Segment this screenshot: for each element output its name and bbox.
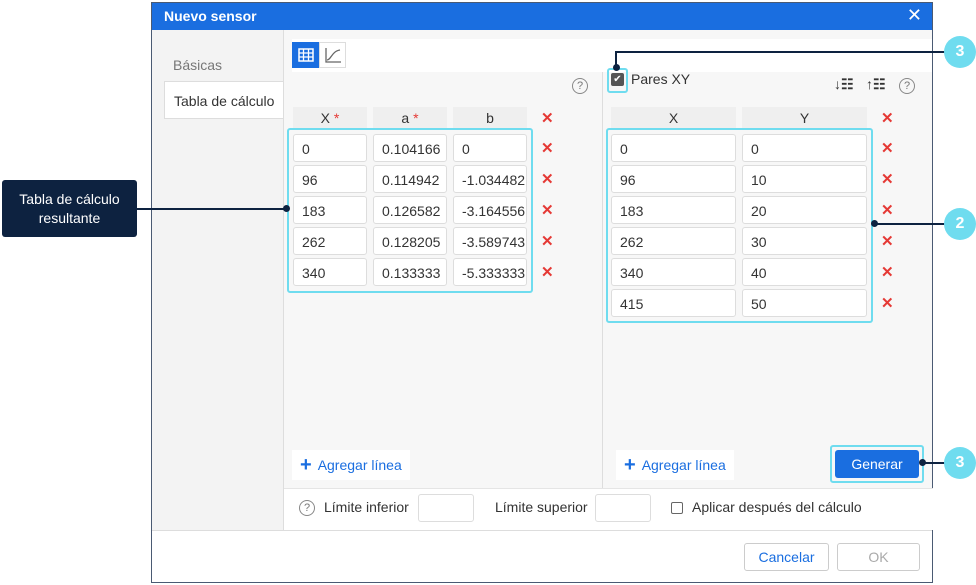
left-cell-a[interactable]: 0.133333 (373, 258, 447, 286)
footer-divider (152, 530, 932, 531)
table-view-button[interactable] (292, 42, 319, 68)
left-cell-b[interactable]: -5.333333 (453, 258, 527, 286)
left-cell-x[interactable]: 340 (293, 258, 367, 286)
callout-number-3: 3 (944, 36, 976, 68)
add-line-button-left[interactable]: + Agregar línea (292, 450, 410, 480)
lower-limit-input[interactable] (418, 494, 474, 522)
right-cell-y[interactable]: 10 (742, 165, 867, 193)
right-cell-x[interactable]: 96 (611, 165, 736, 193)
upper-limit-input[interactable] (595, 494, 651, 522)
left-cell-b[interactable]: -3.589743 (453, 227, 527, 255)
tab-basicas[interactable]: Básicas (164, 46, 284, 84)
delete-row-icon[interactable]: ✕ (881, 294, 894, 312)
upper-limit-label: Límite superior (495, 499, 588, 515)
right-cell-y[interactable]: 0 (742, 134, 867, 162)
col-header-x-right: X (611, 107, 736, 129)
left-cell-b[interactable]: -1.034482 (453, 165, 527, 193)
delete-row-icon[interactable]: ✕ (541, 232, 554, 250)
plus-icon: + (624, 453, 636, 476)
calc-table-panel: ? X * a * b ✕ 0 0.104166 0 ✕ 96 0.114942 -1.03… (283, 30, 933, 530)
callout-line (617, 51, 945, 53)
grid-icon (297, 48, 314, 62)
ok-button[interactable]: OK (837, 543, 920, 571)
help-icon-right[interactable]: ? (899, 78, 915, 94)
left-cell-a[interactable]: 0.114942 (373, 165, 447, 193)
dialog-header: Nuevo sensor (152, 3, 932, 30)
insert-below-icon[interactable]: ↓☷ (834, 76, 854, 93)
delete-row-icon[interactable]: ✕ (881, 263, 894, 281)
close-icon[interactable]: ✕ (907, 5, 922, 26)
delete-row-icon[interactable]: ✕ (881, 232, 894, 250)
col-header-b: b (453, 107, 527, 129)
new-sensor-dialog: Nuevo sensor ✕ Básicas Tabla de cálculo … (151, 2, 933, 583)
sidebar: Básicas Tabla de cálculo (152, 30, 284, 530)
right-cell-x[interactable]: 340 (611, 258, 736, 286)
delete-row-icon[interactable]: ✕ (881, 139, 894, 157)
callout-dot (613, 64, 620, 71)
left-cell-b[interactable]: 0 (453, 134, 527, 162)
callout-number-3b: 3 (944, 447, 976, 479)
insert-above-icon[interactable]: ↑☷ (866, 76, 886, 93)
right-cell-y[interactable]: 30 (742, 227, 867, 255)
apply-after-label: Aplicar después del cálculo (692, 499, 862, 515)
delete-row-icon[interactable]: ✕ (541, 170, 554, 188)
chart-icon (324, 48, 341, 63)
plus-icon: + (300, 453, 312, 476)
right-cell-y[interactable]: 40 (742, 258, 867, 286)
left-cell-x[interactable]: 262 (293, 227, 367, 255)
result-table-callout: Tabla de cálculo resultante (2, 180, 137, 237)
delete-row-icon[interactable]: ✕ (541, 201, 554, 219)
delete-all-icon-right[interactable]: ✕ (881, 109, 894, 127)
left-cell-b[interactable]: -3.164556 (453, 196, 527, 224)
callout-dot (871, 220, 878, 227)
delete-row-icon[interactable]: ✕ (881, 170, 894, 188)
left-cell-x[interactable]: 96 (293, 165, 367, 193)
col-header-x: X * (293, 107, 367, 129)
right-cell-y[interactable]: 20 (742, 196, 867, 224)
callout-dot (919, 459, 926, 466)
help-icon-bounds[interactable]: ? (299, 500, 315, 516)
delete-all-icon[interactable]: ✕ (541, 109, 554, 127)
callout-line (137, 208, 287, 210)
left-cell-a[interactable]: 0.126582 (373, 196, 447, 224)
left-cell-x[interactable]: 0 (293, 134, 367, 162)
right-cell-x[interactable]: 0 (611, 134, 736, 162)
help-icon[interactable]: ? (572, 78, 588, 94)
delete-row-icon[interactable]: ✕ (541, 263, 554, 281)
cancel-button[interactable]: Cancelar (744, 543, 829, 571)
callout-dot (283, 205, 290, 212)
callout-number-2: 2 (944, 208, 976, 240)
pares-xy-label: Pares XY (631, 71, 691, 87)
col-header-y-right: Y (742, 107, 867, 129)
left-cell-a[interactable]: 0.104166 (373, 134, 447, 162)
right-cell-y[interactable]: 50 (742, 289, 867, 317)
callout-line (874, 223, 946, 225)
left-cell-x[interactable]: 183 (293, 196, 367, 224)
delete-row-icon[interactable]: ✕ (881, 201, 894, 219)
tab-tabla-de-calculo[interactable]: Tabla de cálculo (164, 81, 284, 119)
pares-xy-checkbox[interactable]: ✔ (611, 73, 624, 86)
delete-row-icon[interactable]: ✕ (541, 139, 554, 157)
divider (602, 72, 603, 520)
dialog-title: Nuevo sensor (164, 8, 257, 24)
generate-button[interactable]: Generar (835, 450, 919, 478)
apply-after-checkbox[interactable] (671, 502, 683, 514)
add-line-button-right[interactable]: + Agregar línea (616, 450, 734, 480)
right-cell-x[interactable]: 262 (611, 227, 736, 255)
right-cell-x[interactable]: 415 (611, 289, 736, 317)
left-cell-a[interactable]: 0.128205 (373, 227, 447, 255)
chart-view-button[interactable] (319, 42, 346, 68)
lower-limit-label: Límite inferior (324, 499, 409, 515)
right-cell-x[interactable]: 183 (611, 196, 736, 224)
col-header-a: a * (373, 107, 447, 129)
